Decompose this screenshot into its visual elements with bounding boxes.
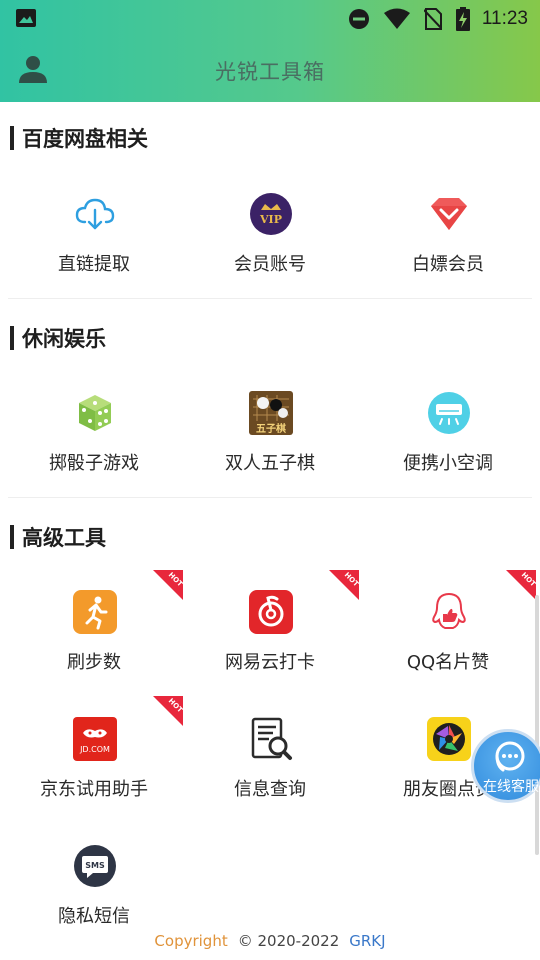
hot-badge: HOT [153,696,183,726]
diamond-icon [427,192,471,236]
tool-jd-trial[interactable]: JD.COM 京东试用助手 [6,717,182,827]
section-title-baidu: 百度网盘相关 [10,124,148,152]
status-bar: 11:23 [0,0,540,38]
gallery-icon [16,9,36,27]
hot-badge: HOT [506,570,536,600]
tool-step-count[interactable]: 刷步数 [6,590,182,700]
section-marker [10,525,14,549]
tool-label: 白嫖会员 [412,254,484,275]
section-divider [8,298,532,299]
section-marker [10,126,14,150]
footer: Copyright © 2020-2022 GRKJ [0,932,540,954]
footer-copyright-word: Copyright [154,932,228,950]
jd-icon-text: JD.COM [79,745,110,754]
gomoku-icon-text: 五子棋 [256,422,286,435]
air-conditioner-icon [427,391,471,435]
footer-years: © 2020-2022 [237,932,340,950]
footer-brand: GRKJ [349,932,386,950]
tool-dice-game[interactable]: 掷骰子游戏 [6,391,182,501]
tool-label: 直链提取 [58,254,130,275]
hot-badge: HOT [153,570,183,600]
cloud-download-icon [73,192,117,236]
section-title-text: 休闲娱乐 [22,327,106,351]
tool-label: 会员账号 [234,254,306,275]
customer-service-button[interactable]: 在线客服 [471,729,540,803]
tool-label: 信息查询 [234,779,306,800]
tool-label: 刷步数 [67,652,121,673]
sms-icon-text: SMS [85,861,105,870]
hot-badge: HOT [329,570,359,600]
title-bar: 光锐工具箱 [0,38,540,102]
tool-label: 京东试用助手 [40,779,148,800]
no-sim-icon [423,8,442,30]
dice-icon [73,391,117,435]
qq-like-icon [427,590,471,634]
tool-direct-link[interactable]: 直链提取 [6,192,182,302]
vip-crown-icon: VIP [249,192,293,236]
sms-icon: SMS [73,844,117,888]
section-title-text: 百度网盘相关 [22,127,148,151]
status-icons: 11:23 [334,6,528,32]
tool-info-query[interactable]: 信息查询 [182,717,358,827]
section-title-text: 高级工具 [22,526,106,550]
customer-service-label: 在线客服 [483,779,539,795]
status-time: 11:23 [481,8,528,29]
tool-netease-checkin[interactable]: 网易云打卡 [182,590,358,700]
wifi-icon [383,8,410,29]
chat-bubble-icon [495,741,525,772]
section-divider [8,497,532,498]
tool-label: 隐私短信 [58,906,130,927]
jd-icon: JD.COM [73,717,117,761]
battery-charging-icon [455,7,470,31]
section-marker [10,326,14,350]
tool-gomoku[interactable]: 五子棋 双人五子棋 [182,391,358,501]
tool-air-conditioner[interactable]: 便携小空调 [360,391,536,501]
camera-aperture-icon [427,717,471,761]
tool-label: 便携小空调 [403,453,493,474]
main-content: 百度网盘相关 直链提取 VIP 会员账号 白嫖会员 休闲娱乐 掷骰子游戏 五子棋… [0,102,540,960]
tool-label: 双人五子棋 [225,453,315,474]
tool-free-vip[interactable]: 白嫖会员 [360,192,536,302]
tool-label: 掷骰子游戏 [49,453,139,474]
document-search-icon [249,717,293,761]
section-title-leisure: 休闲娱乐 [10,324,106,352]
tool-qq-like[interactable]: QQ名片赞 [360,590,536,700]
running-icon [73,590,117,634]
tool-label: 网易云打卡 [225,652,315,673]
app-title: 光锐工具箱 [215,60,325,84]
tool-label: QQ名片赞 [406,652,490,673]
gomoku-icon: 五子棋 [249,391,293,435]
netease-music-icon [249,590,293,634]
app-header: 11:23 光锐工具箱 [0,0,540,102]
svg-text:VIP: VIP [259,213,282,226]
do-not-disturb-icon [348,9,369,29]
scrollbar[interactable] [535,595,539,855]
tool-vip-account[interactable]: VIP 会员账号 [182,192,358,302]
section-title-advanced: 高级工具 [10,523,106,551]
